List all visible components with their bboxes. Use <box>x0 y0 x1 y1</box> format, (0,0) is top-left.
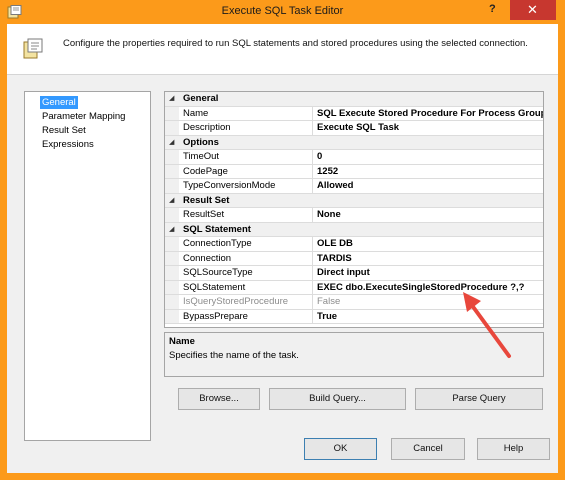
build-query-button[interactable]: Build Query... <box>269 388 406 410</box>
category-sql-statement[interactable]: ◢ SQL Statement <box>165 222 543 237</box>
collapse-icon[interactable]: ◢ <box>169 94 174 102</box>
category-label: Result Set <box>183 194 230 206</box>
property-value[interactable]: Allowed <box>317 180 353 191</box>
task-icon <box>23 38 43 59</box>
title-bar[interactable]: Execute SQL Task Editor ? ✕ <box>0 0 565 24</box>
header-description: Configure the properties required to run… <box>63 38 528 49</box>
cancel-button[interactable]: Cancel <box>391 438 465 460</box>
property-value[interactable]: 0 <box>317 151 322 162</box>
ok-button[interactable]: OK <box>304 438 377 460</box>
category-label: General <box>183 93 219 104</box>
browse-button[interactable]: Browse... <box>178 388 260 410</box>
property-row-sqlsourcetype[interactable]: SQLSourceType Direct input <box>165 266 543 281</box>
property-value[interactable]: Execute SQL Task <box>317 122 399 133</box>
property-name: CodePage <box>183 165 228 177</box>
property-name: Connection <box>183 252 232 264</box>
property-name: BypassPrepare <box>183 310 248 322</box>
property-name: ResultSet <box>183 209 225 220</box>
collapse-icon[interactable]: ◢ <box>169 138 174 146</box>
header-panel: Configure the properties required to run… <box>7 24 558 75</box>
property-name: SQLStatement <box>183 281 246 293</box>
property-row-typeconversionmode[interactable]: TypeConversionMode Allowed <box>165 179 543 194</box>
property-row-connectiontype[interactable]: ConnectionType OLE DB <box>165 237 543 252</box>
nav-item-parameter-mapping[interactable]: Parameter Mapping <box>40 110 127 123</box>
nav-item-expressions[interactable]: Expressions <box>40 138 96 151</box>
property-name: ConnectionType <box>183 238 252 249</box>
title-help-button[interactable]: ? <box>480 0 507 20</box>
description-title: Name <box>169 336 195 347</box>
page-list[interactable]: General Parameter Mapping Result Set Exp… <box>24 91 151 441</box>
property-row-description[interactable]: Description Execute SQL Task <box>165 121 543 136</box>
annotation-arrow-icon <box>463 292 511 358</box>
property-value[interactable]: Direct input <box>317 267 370 278</box>
close-icon: ✕ <box>527 2 538 17</box>
dialog-client-area: Configure the properties required to run… <box>7 24 558 473</box>
collapse-icon[interactable]: ◢ <box>169 196 174 204</box>
parse-query-button[interactable]: Parse Query <box>415 388 543 410</box>
property-value[interactable]: OLE DB <box>317 238 353 249</box>
category-general[interactable]: ◢ General <box>165 92 543 107</box>
collapse-icon[interactable]: ◢ <box>169 225 174 233</box>
category-label: SQL Statement <box>183 223 251 235</box>
property-value: False <box>317 296 341 307</box>
category-options[interactable]: ◢ Options <box>165 135 543 150</box>
property-value[interactable]: SQL Execute Stored Procedure For Process… <box>317 108 543 119</box>
property-value[interactable]: 1252 <box>317 166 338 177</box>
property-row-timeout[interactable]: TimeOut 0 <box>165 150 543 165</box>
property-name: Description <box>183 122 231 133</box>
description-text: Specifies the name of the task. <box>169 350 299 361</box>
property-name: SQLSourceType <box>183 267 253 278</box>
category-label: Options <box>183 136 219 148</box>
nav-item-general[interactable]: General <box>40 96 78 109</box>
property-name: TypeConversionMode <box>183 180 276 191</box>
property-name: IsQueryStoredProcedure <box>183 296 289 307</box>
help-button[interactable]: Help <box>477 438 550 460</box>
property-row-codepage[interactable]: CodePage 1252 <box>165 164 543 179</box>
property-name: TimeOut <box>183 151 220 162</box>
nav-item-result-set[interactable]: Result Set <box>40 124 88 137</box>
property-value[interactable]: True <box>317 311 337 322</box>
property-row-name[interactable]: Name SQL Execute Stored Procedure For Pr… <box>165 106 543 121</box>
help-icon: ? <box>489 3 496 15</box>
dialog-window: Execute SQL Task Editor ? ✕ Configure th… <box>0 0 565 480</box>
property-value[interactable]: None <box>317 209 341 220</box>
close-button[interactable]: ✕ <box>510 0 556 20</box>
category-result-set[interactable]: ◢ Result Set <box>165 193 543 208</box>
property-name: Name <box>183 107 209 119</box>
property-row-connection[interactable]: Connection TARDIS <box>165 251 543 266</box>
property-value[interactable]: TARDIS <box>317 253 352 264</box>
property-row-resultset[interactable]: ResultSet None <box>165 208 543 223</box>
